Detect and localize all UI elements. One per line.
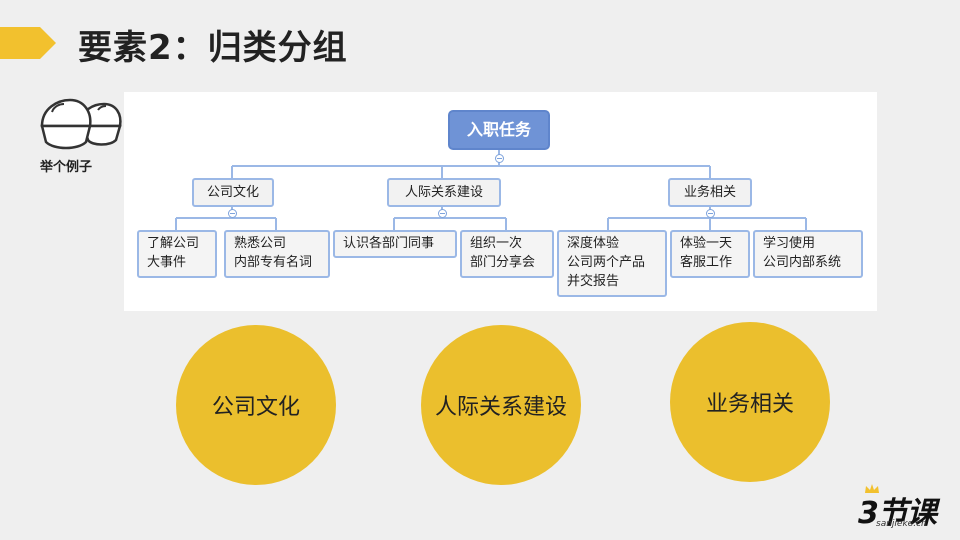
branch-node-culture: 公司文化: [192, 178, 274, 207]
leaf-node: 熟悉公司 内部专有名词: [224, 230, 330, 278]
category-circle-culture: 公司文化: [176, 325, 336, 485]
chestnut-icon: [40, 98, 122, 150]
logo-domain: sanjieke.cn: [876, 519, 927, 529]
brand-logo: 3节课 sanjieke.cn: [858, 484, 938, 532]
leaf-line: 并交报告: [567, 274, 620, 289]
mind-map-panel: 入职任务 公司文化 人际关系建设 业务相关 了解公司 大事件 熟悉公司 内部专有…: [124, 92, 877, 311]
leaf-line: 客服工作: [680, 255, 733, 270]
title-accent-arrow: [40, 27, 56, 59]
leaf-line: 组织一次: [470, 236, 523, 251]
collapse-icon[interactable]: [438, 209, 447, 218]
leaf-node: 组织一次 部门分享会: [460, 230, 554, 278]
leaf-node: 了解公司 大事件: [137, 230, 217, 278]
leaf-node: 认识各部门同事: [333, 230, 457, 258]
collapse-icon[interactable]: [706, 209, 715, 218]
leaf-node: 深度体验 公司两个产品 并交报告: [557, 230, 667, 297]
leaf-line: 了解公司: [147, 236, 200, 251]
example-label: 举个例子: [40, 160, 93, 175]
collapse-icon[interactable]: [495, 154, 504, 163]
category-circle-business: 业务相关: [670, 322, 830, 482]
category-circle-relationships: 人际关系建设: [421, 325, 581, 485]
leaf-line: 学习使用: [763, 236, 816, 251]
leaf-line: 体验一天: [680, 236, 733, 251]
page-title: 要素2：归类分组: [78, 28, 348, 68]
branch-node-business: 业务相关: [668, 178, 752, 207]
leaf-line: 内部专有名词: [234, 255, 313, 270]
leaf-line: 部门分享会: [470, 255, 536, 270]
leaf-node: 体验一天 客服工作: [670, 230, 750, 278]
collapse-icon[interactable]: [228, 209, 237, 218]
leaf-line: 公司两个产品: [567, 255, 646, 270]
leaf-line: 大事件: [147, 255, 187, 270]
leaf-node: 学习使用 公司内部系统: [753, 230, 863, 278]
mind-map-root: 入职任务: [448, 110, 550, 150]
branch-node-relationships: 人际关系建设: [387, 178, 501, 207]
leaf-line: 熟悉公司: [234, 236, 287, 251]
leaf-line: 公司内部系统: [763, 255, 842, 270]
leaf-line: 认识各部门同事: [343, 236, 435, 251]
title-accent-bar: [0, 27, 40, 59]
leaf-line: 深度体验: [567, 236, 620, 251]
